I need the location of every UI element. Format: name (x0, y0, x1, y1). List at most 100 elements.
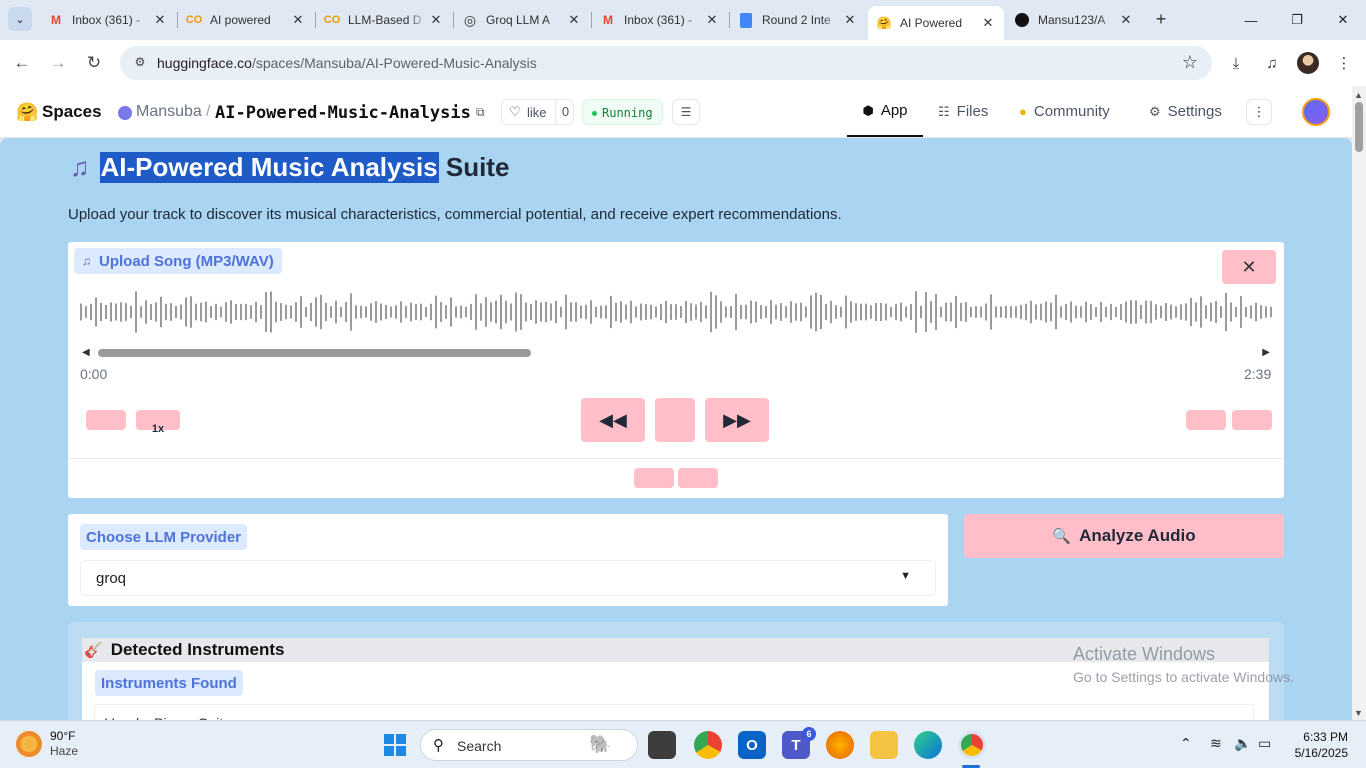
reload-button[interactable]: ↻ (82, 51, 106, 75)
browser-tab-round2[interactable]: Round 2 Inte ✕ (730, 6, 866, 34)
waveform-bar (780, 303, 782, 321)
media-control-icon[interactable]: ♫ (1260, 51, 1284, 75)
tab-search-button[interactable]: ⌄ (8, 7, 32, 31)
waveform-bar (85, 306, 87, 318)
close-tab-icon[interactable]: ✕ (1118, 12, 1134, 28)
waveform-bar (80, 303, 82, 321)
browser-tab-github[interactable]: Mansu123/A ✕ (1006, 6, 1142, 34)
waveform-bar (905, 306, 907, 318)
download-audio-button[interactable] (678, 468, 718, 488)
browser-tab-inbox-1[interactable]: M Inbox (361) - ✕ (40, 6, 176, 34)
instruments-output[interactable]: Vocals, Piano, Guitar (94, 704, 1254, 720)
minimize-button[interactable]: — (1228, 0, 1274, 40)
tab-files[interactable]: ☷ Files (938, 86, 988, 137)
close-tab-icon[interactable]: ✕ (290, 12, 306, 28)
tab-title: AI powered (210, 13, 271, 27)
browser-profile-avatar[interactable] (1297, 52, 1319, 74)
waveform-bar (685, 301, 687, 323)
scroll-down-icon[interactable]: ▼ (1354, 708, 1363, 718)
waveform-scroll-thumb[interactable] (98, 349, 531, 357)
browser-tab-groq[interactable]: ◎ Groq LLM A ✕ (454, 6, 590, 34)
waveform-bar (1235, 306, 1237, 318)
close-window-button[interactable]: ✕ (1320, 0, 1366, 40)
scroll-up-icon[interactable]: ▲ (1354, 90, 1363, 100)
start-button[interactable] (384, 734, 406, 756)
battery-icon[interactable]: ▭ (1258, 735, 1271, 752)
restore-button[interactable]: ❐ (1274, 0, 1320, 40)
chrome-icon[interactable] (694, 731, 722, 759)
play-button[interactable] (655, 398, 695, 442)
site-info-icon[interactable]: ⚙ (132, 55, 148, 71)
clear-audio-button[interactable]: ✕ (1222, 250, 1276, 284)
waveform-bar (480, 303, 482, 321)
bookmark-star-icon[interactable]: ☆ (1182, 52, 1198, 73)
waveform-bar (470, 303, 472, 321)
tab-app[interactable]: ⬢ App (847, 86, 923, 137)
browser-tab-ai-powered-colab[interactable]: CO AI powered ✕ (178, 6, 314, 34)
outlook-icon[interactable]: O (738, 731, 766, 759)
fast-forward-button[interactable]: ▶▶ (705, 398, 769, 442)
rewind-button[interactable]: ◀◀ (581, 398, 645, 442)
browser-tab-strip: ⌄ M Inbox (361) - ✕ CO AI powered ✕ CO L… (0, 0, 1366, 40)
like-button[interactable]: ♡ like 0 (501, 99, 574, 125)
tab-settings[interactable]: ⚙ Settings (1149, 86, 1222, 137)
url-text[interactable]: huggingface.co/spaces/Mansuba/AI-Powered… (157, 55, 537, 71)
scroll-right-icon[interactable]: ▶ (1262, 347, 1270, 358)
file-explorer-icon[interactable] (870, 731, 898, 759)
waveform-scrollbar[interactable]: ◀ ▶ (82, 347, 1270, 359)
more-options-icon[interactable]: ⋮ (1246, 99, 1272, 125)
volume-icon[interactable]: 🔈 (1234, 735, 1251, 752)
scroll-left-icon[interactable]: ◀ (82, 347, 90, 358)
chrome-profile-icon[interactable] (958, 731, 986, 759)
analyze-audio-button[interactable]: 🔍 Analyze Audio (964, 514, 1284, 558)
weather-widget[interactable]: 90°F Haze (16, 729, 78, 759)
volume-button[interactable] (86, 410, 126, 430)
waveform-bar (885, 303, 887, 321)
status-badge[interactable]: Running (582, 99, 663, 125)
llm-provider-dropdown[interactable]: groq ▼ (80, 560, 936, 596)
owner-link[interactable]: Mansuba (136, 103, 202, 121)
spaces-link[interactable]: Spaces (42, 102, 102, 122)
firefox-icon[interactable] (826, 731, 854, 759)
playback-speed-button[interactable]: 1x (136, 410, 180, 435)
waveform-bar (755, 301, 757, 323)
back-button[interactable]: ← (10, 51, 34, 75)
waveform-bar (1230, 302, 1232, 322)
repo-name[interactable]: AI-Powered-Music-Analysis (215, 103, 471, 123)
waveform-bar (610, 295, 612, 329)
tab-community[interactable]: ● Community (1019, 86, 1110, 137)
close-tab-icon[interactable]: ✕ (566, 12, 582, 28)
audio-waveform[interactable] (80, 282, 1272, 342)
wifi-icon[interactable]: ≋ (1210, 735, 1222, 752)
download-icon[interactable]: ⤓ (1224, 51, 1248, 75)
new-tab-button[interactable]: + (1150, 8, 1172, 30)
close-tab-icon[interactable]: ✕ (842, 12, 858, 28)
page-scrollbar[interactable]: ▲ ▼ (1352, 86, 1366, 720)
tray-overflow-icon[interactable]: ⌃ (1180, 735, 1192, 752)
edit-button[interactable] (634, 468, 674, 488)
undo-button[interactable] (1186, 410, 1226, 430)
waveform-bar (120, 302, 122, 322)
trim-button[interactable] (1232, 410, 1272, 430)
browser-menu-icon[interactable]: ⋮ (1332, 51, 1356, 75)
browser-tab-llm-based-colab[interactable]: CO LLM-Based D ✕ (316, 6, 452, 34)
close-tab-icon[interactable]: ✕ (152, 12, 168, 28)
task-view-icon[interactable] (648, 731, 676, 759)
user-avatar[interactable] (1302, 98, 1330, 126)
system-clock[interactable]: 6:33 PM 5/16/2025 (1290, 729, 1348, 761)
forward-button[interactable]: → (46, 51, 70, 75)
scrollbar-thumb[interactable] (1355, 102, 1363, 152)
browser-tab-ai-powered-hf[interactable]: 🤗 AI Powered ✕ (868, 6, 1004, 40)
browser-tab-inbox-2[interactable]: M Inbox (361) - ✕ (592, 6, 728, 34)
address-bar[interactable]: ⚙ huggingface.co/spaces/Mansuba/AI-Power… (120, 46, 1212, 80)
close-tab-icon[interactable]: ✕ (428, 12, 444, 28)
teams-icon[interactable]: T 6 (782, 727, 816, 759)
close-tab-icon[interactable]: ✕ (980, 15, 996, 31)
waveform-bar (290, 305, 292, 319)
copy-icon[interactable]: ⧉ (476, 105, 485, 120)
close-tab-icon[interactable]: ✕ (704, 12, 720, 28)
edge-icon[interactable] (914, 731, 942, 759)
huggingface-logo-icon[interactable]: 🤗 (16, 102, 38, 123)
logs-menu-icon[interactable]: ☰ (672, 99, 700, 125)
taskbar-search[interactable]: ⚲ Search 🐘 (420, 729, 638, 761)
